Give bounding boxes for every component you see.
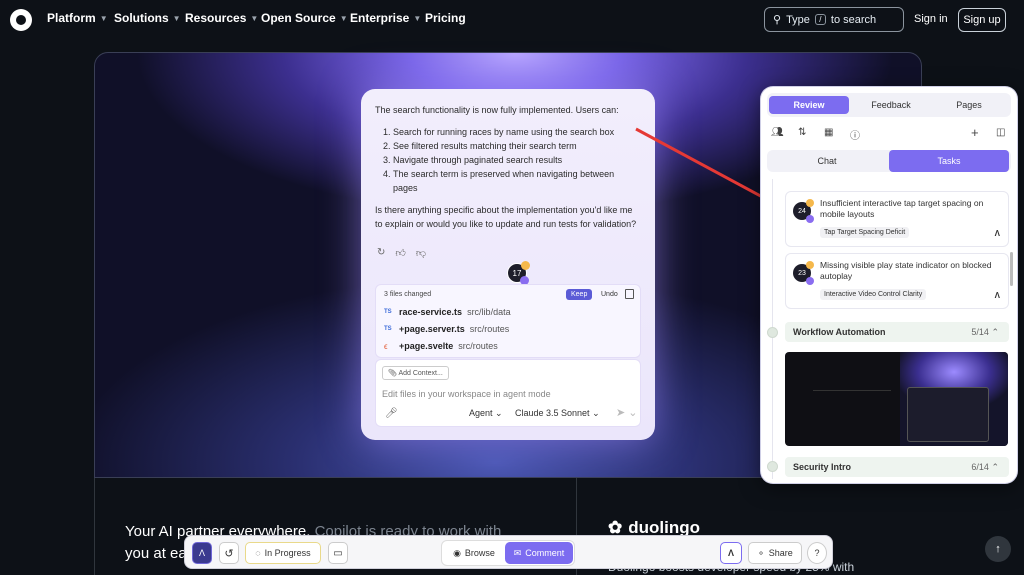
section-count-value: 5/14: [971, 327, 989, 337]
image-icon[interactable]: ▦: [824, 127, 833, 138]
comment-indicator-icon: [806, 215, 814, 223]
browse-label: Browse: [464, 548, 495, 558]
tagline-line2: you at ea: [125, 545, 187, 562]
comment-icon: ✉︎: [513, 547, 522, 558]
task-category-chip: Interactive Video Control Clarity: [820, 289, 927, 300]
app-logo-icon[interactable]: Λ: [720, 542, 742, 564]
panel-subtabs: Chat Tasks: [767, 150, 1011, 172]
page-thumbnail[interactable]: [785, 352, 1008, 446]
panel-scrollbar[interactable]: [1010, 252, 1013, 286]
thumbnail-card: [907, 387, 989, 442]
comment-button[interactable]: ✉︎ Comment: [505, 542, 573, 564]
browse-button[interactable]: ◉ Browse: [447, 542, 501, 564]
section-label: Security Intro: [793, 462, 852, 472]
section-workflow-automation[interactable]: Workflow Automation 5/14 ⌃: [785, 322, 1009, 342]
tab-tasks[interactable]: Tasks: [889, 150, 1009, 172]
section-count: 6/14 ⌃: [971, 462, 999, 472]
task-card[interactable]: 24 Insufficient interactive tap target s…: [785, 191, 1009, 247]
status-label: In Progress: [264, 548, 311, 558]
comment-label: Comment: [525, 548, 565, 558]
section-count-value: 6/14: [971, 462, 989, 472]
review-toolbar: Λ ↺ ◌ In Progress ▭ ◉ Browse ✉︎ Comment Λ ⚬…: [184, 535, 833, 569]
monitor-icon[interactable]: ▭: [328, 542, 348, 564]
tab-chat[interactable]: Chat: [767, 150, 887, 172]
divider: [94, 478, 95, 575]
task-number: 23: [798, 269, 806, 277]
app-logo-icon: Λ: [994, 291, 1000, 300]
tab-pages[interactable]: Pages: [929, 96, 1009, 114]
share-icon: ⚬: [757, 547, 765, 558]
task-avatar: 23: [793, 261, 814, 285]
thumbnail-content: [813, 390, 891, 430]
section-security-intro[interactable]: Security Intro 6/14 ⌃: [785, 457, 1009, 477]
scroll-to-top-button[interactable]: ↑: [985, 536, 1011, 562]
status-dot: [806, 261, 814, 269]
task-category-chip: Tap Target Spacing Deficit: [820, 227, 910, 238]
task-card[interactable]: 23 Missing visible play state indicator …: [785, 253, 1009, 309]
eye-icon: ◉: [453, 547, 461, 558]
task-number: 24: [798, 207, 806, 215]
panel-toolbar: 👥︎ ⇅ ▦ ⓘ + ◫: [771, 125, 1007, 143]
task-title: Missing visible play state indicator on …: [820, 260, 992, 281]
status-dot: [806, 199, 814, 207]
share-button[interactable]: ⚬ Share: [748, 542, 802, 564]
app-logo-icon: Λ: [994, 229, 1000, 238]
task-title: Insufficient interactive tap target spac…: [820, 198, 984, 219]
help-button[interactable]: ?: [807, 542, 827, 564]
section-status-dot: [767, 327, 778, 338]
plus-icon[interactable]: +: [971, 125, 979, 140]
section-label: Workflow Automation: [793, 327, 886, 337]
comment-indicator-icon: [806, 277, 814, 285]
info-icon[interactable]: ⓘ: [850, 127, 860, 142]
undo-icon[interactable]: ↺: [219, 542, 239, 564]
sort-icon[interactable]: ⇅: [798, 127, 806, 138]
task-avatar: 24: [793, 199, 814, 223]
review-panel: Review Feedback Pages 👥︎ ⇅ ▦ ⓘ + ◫ Chat …: [761, 87, 1017, 483]
progress-icon: ◌: [255, 548, 261, 558]
tab-review[interactable]: Review: [769, 96, 849, 114]
section-status-dot: [767, 461, 778, 472]
section-count: 5/14 ⌃: [971, 327, 999, 337]
tab-feedback[interactable]: Feedback: [851, 96, 931, 114]
sidebar-icon[interactable]: ◫: [996, 127, 1005, 138]
status-dropdown[interactable]: ◌ In Progress: [245, 542, 321, 564]
users-icon[interactable]: 👥︎: [771, 127, 784, 138]
share-label: Share: [768, 548, 793, 558]
app-logo-button[interactable]: Λ: [192, 542, 212, 564]
panel-tabs: Review Feedback Pages: [767, 93, 1011, 117]
